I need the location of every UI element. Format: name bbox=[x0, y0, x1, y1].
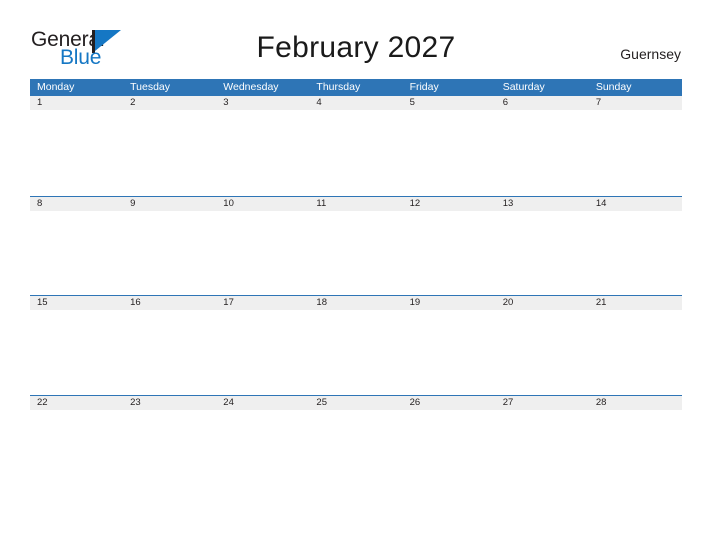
weekday-header-friday: Friday bbox=[409, 81, 439, 93]
day-note-area-row bbox=[30, 210, 682, 295]
day-note-area[interactable] bbox=[589, 211, 682, 295]
day-note-area[interactable] bbox=[309, 310, 402, 394]
day-note-area-row bbox=[30, 409, 682, 494]
date-number-band: 1 2 3 4 5 6 7 bbox=[30, 96, 682, 110]
day-note-area[interactable] bbox=[589, 410, 682, 494]
date-number[interactable]: 24 bbox=[216, 396, 309, 410]
day-note-area[interactable] bbox=[403, 110, 496, 194]
day-note-area[interactable] bbox=[496, 410, 589, 494]
date-number[interactable]: 10 bbox=[216, 197, 309, 211]
date-number[interactable]: 8 bbox=[30, 197, 123, 211]
day-note-area[interactable] bbox=[216, 410, 309, 494]
day-note-area[interactable] bbox=[123, 211, 216, 295]
date-number[interactable]: 9 bbox=[123, 197, 216, 211]
date-number[interactable]: 16 bbox=[123, 296, 216, 310]
page-header: General Blue February 2027 Guernsey bbox=[0, 0, 712, 80]
date-number[interactable]: 22 bbox=[30, 396, 123, 410]
week-row: 1 2 3 4 5 6 7 bbox=[30, 96, 682, 196]
week-row: 8 9 10 11 12 13 14 bbox=[30, 195, 682, 296]
date-number[interactable]: 7 bbox=[589, 96, 682, 110]
day-note-area[interactable] bbox=[123, 310, 216, 394]
day-note-area[interactable] bbox=[216, 211, 309, 295]
date-number[interactable]: 13 bbox=[496, 197, 589, 211]
day-note-area-row bbox=[30, 310, 682, 394]
date-number[interactable]: 12 bbox=[403, 197, 496, 211]
date-number[interactable]: 4 bbox=[309, 96, 402, 110]
date-number[interactable]: 14 bbox=[589, 197, 682, 211]
page-title: February 2027 bbox=[256, 31, 456, 64]
day-note-area[interactable] bbox=[589, 110, 682, 194]
weekday-header-wednesday: Wednesday bbox=[223, 81, 279, 93]
weekday-header-sunday: Sunday bbox=[595, 81, 632, 93]
date-number[interactable]: 28 bbox=[589, 396, 682, 410]
day-note-area[interactable] bbox=[309, 110, 402, 194]
day-note-area[interactable] bbox=[30, 310, 123, 394]
calendar-grid: Monday Tuesday Wednesday Thursday Friday… bbox=[30, 79, 682, 494]
day-note-area[interactable] bbox=[309, 410, 402, 494]
date-number[interactable]: 18 bbox=[309, 296, 402, 310]
day-note-area[interactable] bbox=[30, 410, 123, 494]
day-note-area[interactable] bbox=[216, 310, 309, 394]
calendar-page: General Blue February 2027 Guernsey Mond… bbox=[0, 0, 712, 550]
day-note-area[interactable] bbox=[216, 110, 309, 194]
day-note-area[interactable] bbox=[403, 410, 496, 494]
date-number[interactable]: 19 bbox=[403, 296, 496, 310]
day-note-area[interactable] bbox=[30, 110, 123, 194]
date-number[interactable]: 26 bbox=[403, 396, 496, 410]
weekday-header-row: Monday Tuesday Wednesday Thursday Friday… bbox=[30, 79, 682, 96]
week-row: 22 23 24 25 26 27 28 bbox=[30, 394, 682, 495]
date-number[interactable]: 3 bbox=[216, 96, 309, 110]
date-number-band: 22 23 24 25 26 27 28 bbox=[30, 395, 682, 410]
date-number[interactable]: 20 bbox=[496, 296, 589, 310]
day-note-area[interactable] bbox=[403, 310, 496, 394]
weekday-header-monday: Monday bbox=[37, 81, 75, 93]
locale-label: Guernsey bbox=[620, 46, 681, 62]
day-note-area-row bbox=[30, 110, 682, 194]
date-number-band: 8 9 10 11 12 13 14 bbox=[30, 196, 682, 211]
day-note-area[interactable] bbox=[496, 110, 589, 194]
date-number[interactable]: 1 bbox=[30, 96, 123, 110]
date-number[interactable]: 17 bbox=[216, 296, 309, 310]
day-note-area[interactable] bbox=[403, 211, 496, 295]
date-number[interactable]: 5 bbox=[403, 96, 496, 110]
date-number-band: 15 16 17 18 19 20 21 bbox=[30, 296, 682, 310]
date-number[interactable]: 25 bbox=[309, 396, 402, 410]
date-number[interactable]: 15 bbox=[30, 296, 123, 310]
weekday-header-tuesday: Tuesday bbox=[130, 81, 171, 93]
date-number[interactable]: 11 bbox=[309, 197, 402, 211]
date-number[interactable]: 6 bbox=[496, 96, 589, 110]
day-note-area[interactable] bbox=[496, 211, 589, 295]
day-note-area[interactable] bbox=[496, 310, 589, 394]
day-note-area[interactable] bbox=[589, 310, 682, 394]
week-row: 15 16 17 18 19 20 21 bbox=[30, 295, 682, 395]
date-number[interactable]: 21 bbox=[589, 296, 682, 310]
date-number[interactable]: 27 bbox=[496, 396, 589, 410]
day-note-area[interactable] bbox=[123, 410, 216, 494]
weekday-header-thursday: Thursday bbox=[316, 81, 361, 93]
day-note-area[interactable] bbox=[309, 211, 402, 295]
day-note-area[interactable] bbox=[30, 211, 123, 295]
date-number[interactable]: 2 bbox=[123, 96, 216, 110]
day-note-area[interactable] bbox=[123, 110, 216, 194]
date-number[interactable]: 23 bbox=[123, 396, 216, 410]
weekday-header-saturday: Saturday bbox=[502, 81, 545, 93]
